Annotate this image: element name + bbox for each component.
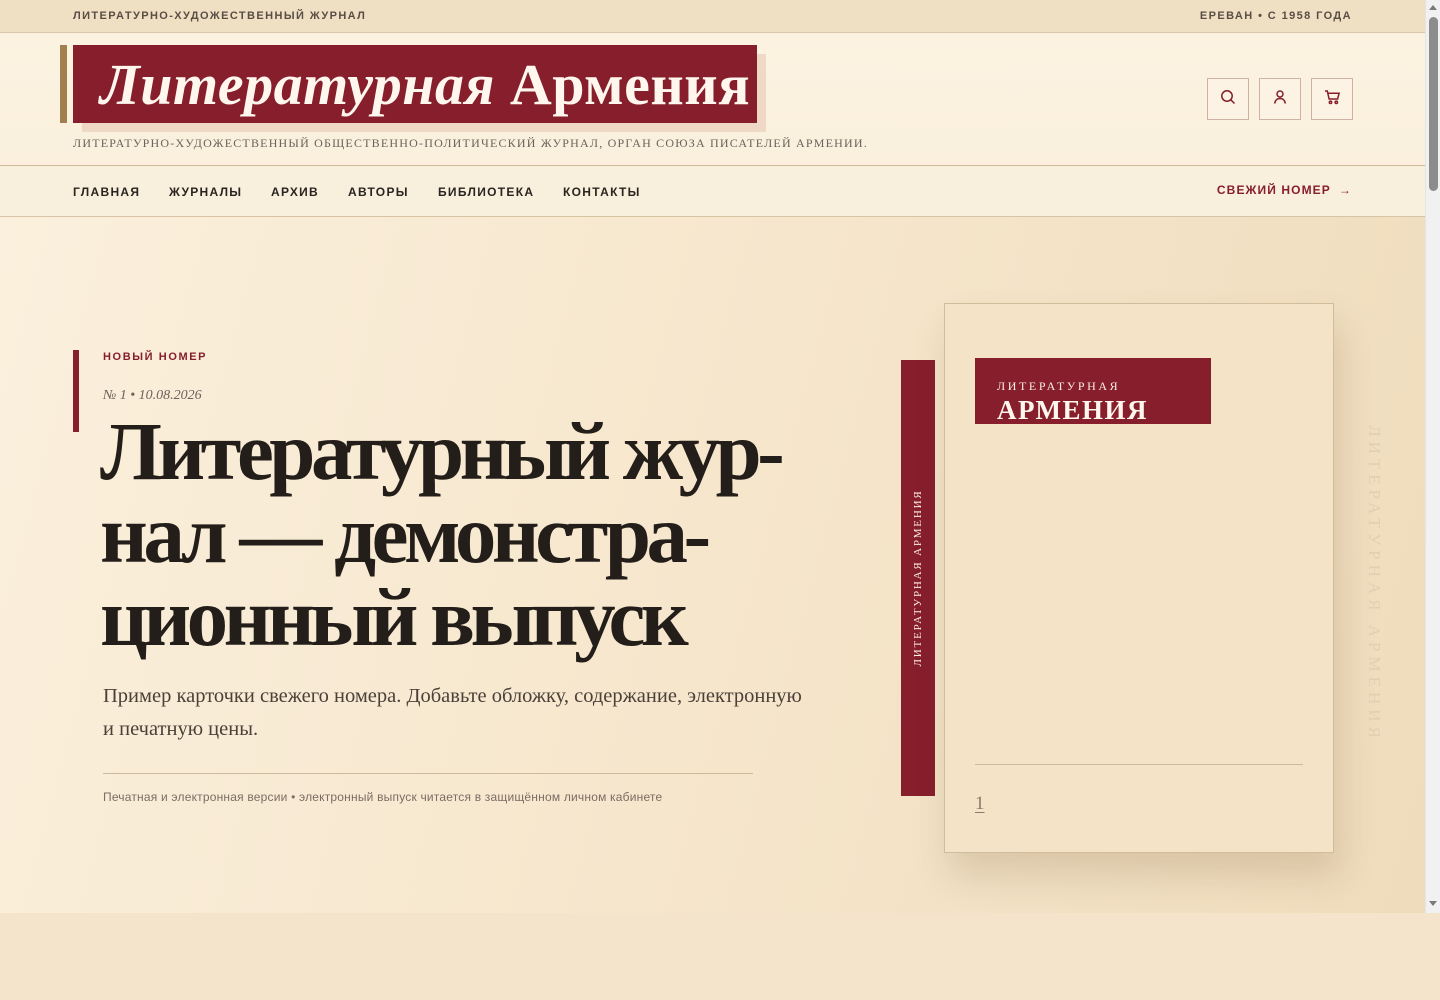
hero-section: НОВЫЙ НОМЕР № 1 • 10.08.2026 Литературны… <box>0 217 1425 913</box>
hero-accent-line <box>73 350 79 432</box>
cover-title-badge: ЛИТЕРАТУРНАЯ АРМЕНИЯ <box>975 358 1211 424</box>
scrollbar-thumb[interactable] <box>1429 17 1438 191</box>
site-tagline: ЛИТЕРАТУРНО-ХУДОЖЕСТВЕННЫЙ ОБЩЕСТВЕННО-П… <box>73 136 868 150</box>
nav-item-journals[interactable]: ЖУРНАЛЫ <box>169 185 242 199</box>
account-button[interactable] <box>1259 78 1301 120</box>
top-strip-right: ЕРЕВАН • С 1958 ГОДА <box>1199 10 1352 22</box>
cover-title-small: ЛИТЕРАТУРНАЯ <box>997 379 1121 393</box>
nav-item-library[interactable]: БИБЛИОТЕКА <box>438 185 534 199</box>
top-strip: ЛИТЕРАТУРНО-ХУДОЖЕСТВЕННЫЙ ЖУРНАЛ ЕРЕВАН… <box>0 0 1425 33</box>
hero-divider <box>103 773 753 774</box>
scrollbar[interactable] <box>1425 0 1440 913</box>
issue-meta: № 1 • 10.08.2026 <box>103 388 202 403</box>
nav-item-archive[interactable]: АРХИВ <box>271 185 319 199</box>
cover-issue-number: 1 <box>975 793 985 814</box>
spine-text: ЛИТЕРАТУРНАЯ АРМЕНИЯ <box>912 489 924 667</box>
logo-text: Литературная Армения <box>100 51 750 118</box>
fresh-issue-link[interactable]: СВЕЖИЙ НОМЕР → <box>1217 183 1352 197</box>
scroll-up-arrow-icon[interactable] <box>1429 5 1437 10</box>
nav-item-contacts[interactable]: КОНТАКТЫ <box>563 185 641 199</box>
cart-button[interactable] <box>1311 78 1353 120</box>
arrow-right-icon: → <box>1338 183 1352 197</box>
search-icon <box>1220 89 1236 110</box>
hero-title-line: Литературный жур- <box>100 405 785 497</box>
cover-divider <box>975 764 1303 765</box>
page-viewport: ЛИТЕРАТУРНО-ХУДОЖЕСТВЕННЫЙ ЖУРНАЛ ЕРЕВАН… <box>0 0 1425 913</box>
logo-accent-bar <box>60 45 67 123</box>
site-logo[interactable]: Литературная Армения <box>73 45 757 123</box>
user-icon <box>1272 89 1288 110</box>
top-strip-left: ЛИТЕРАТУРНО-ХУДОЖЕСТВЕННЫЙ ЖУРНАЛ <box>73 10 367 22</box>
cart-icon <box>1324 89 1341 110</box>
main-nav: ГЛАВНАЯ ЖУРНАЛЫ АРХИВ АВТОРЫ БИБЛИОТЕКА … <box>0 166 1425 217</box>
scroll-down-arrow-icon[interactable] <box>1429 901 1437 906</box>
hero-kicker: НОВЫЙ НОМЕР <box>103 351 208 363</box>
vertical-watermark: ЛИТЕРАТУРНАЯ АРМЕНИЯ <box>1365 425 1384 743</box>
logo-text-upright: Армения <box>509 52 751 117</box>
logo-text-italic: Литературная <box>100 52 495 117</box>
search-button[interactable] <box>1207 78 1249 120</box>
site-header: Литературная Армения ЛИТЕРАТУРНО-ХУДОЖЕС… <box>0 33 1425 166</box>
nav-item-home[interactable]: ГЛАВНАЯ <box>73 185 140 199</box>
book-cover[interactable]: ЛИТЕРАТУРНАЯ АРМЕНИЯ 1 <box>944 303 1334 853</box>
hero-title-line: ционный выпуск <box>100 571 689 663</box>
cover-title-big: АРМЕНИЯ <box>997 395 1148 424</box>
hero-description: Пример карточки свежего номера. Добавьте… <box>103 685 802 740</box>
nav-item-authors[interactable]: АВТОРЫ <box>348 185 409 199</box>
hero-note: Печатная и электронная версии • электрон… <box>103 790 663 804</box>
hero-title-line: нал — демонстра- <box>100 488 711 580</box>
book-spine: ЛИТЕРАТУРНАЯ АРМЕНИЯ <box>901 360 935 796</box>
fresh-issue-label: СВЕЖИЙ НОМЕР <box>1216 183 1331 197</box>
hero-title: Литературный жур- нал — демонстра- ционн… <box>100 410 900 659</box>
